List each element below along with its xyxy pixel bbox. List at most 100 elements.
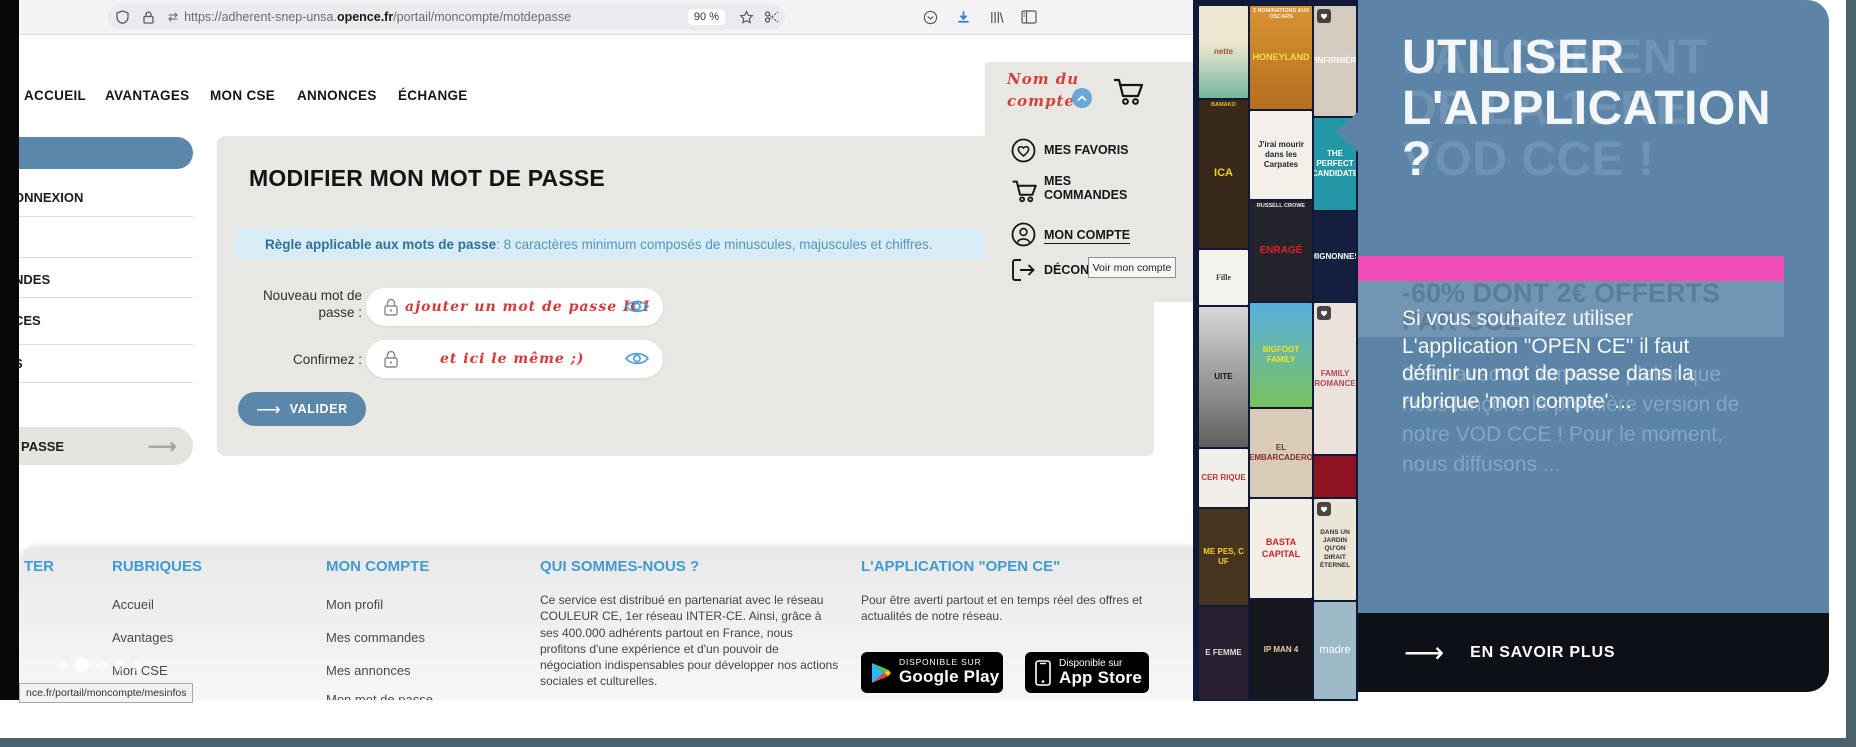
movie-poster[interactable]: ME PES, C UF — [1199, 509, 1248, 605]
cta-label: EN SAVOIR PLUS — [1470, 643, 1616, 661]
footer-qui-sommes-nous-heading: QUI SOMMES-NOUS ? — [540, 558, 700, 575]
url-text: https://adherent-snep-unsa.opence.fr/por… — [184, 10, 572, 24]
confirm-password-input[interactable]: et ici le même ;) — [366, 340, 663, 378]
browser-toolbar: ⇄ https://adherent-snep-unsa.opence.fr/p… — [19, 0, 1196, 35]
carousel-dot[interactable] — [57, 660, 68, 671]
carousel-dot-active[interactable] — [75, 658, 89, 672]
carousel-dot[interactable] — [132, 660, 143, 671]
menu-mes-favoris[interactable]: MES FAVORIS — [1044, 143, 1129, 157]
nav-avantages[interactable]: AVANTAGES — [105, 88, 189, 103]
google-play-badge[interactable]: DISPONIBLE SUR Google Play — [861, 652, 1003, 693]
movie-poster[interactable]: IP MAN 4 — [1250, 600, 1312, 699]
footer-application-text: Pour être averti partout et en temps rée… — [861, 593, 1143, 624]
sidebar-item-password[interactable]: PASSE ⟶ — [0, 427, 193, 465]
movie-poster[interactable]: nette — [1199, 6, 1248, 98]
sidebar-item-active[interactable]: E — [0, 137, 193, 169]
submit-button[interactable]: ⟶ VALIDER — [238, 392, 366, 426]
footer-link-avantages[interactable]: Avantages — [112, 630, 173, 645]
rule-label: Règle applicable aux mots de passe — [265, 236, 497, 252]
movie-poster[interactable]: DANS UN JARDIN QU'ON DIRAIT ÉTERNEL — [1314, 499, 1356, 600]
menu-mes-commandes[interactable]: MES COMMANDES — [1044, 174, 1127, 202]
nav-mon-cse[interactable]: MON CSE — [210, 88, 275, 103]
movie-poster[interactable]: madre — [1314, 602, 1356, 699]
movie-poster[interactable]: J'irai mourir dans les Carpates — [1250, 111, 1312, 199]
nav-annonces[interactable]: ANNONCES — [297, 88, 377, 103]
movie-poster[interactable] — [1314, 456, 1356, 497]
account-collapse-button[interactable] — [1072, 88, 1092, 108]
logout-icon — [1011, 258, 1036, 282]
nav-echange[interactable]: ÉCHANGE — [398, 88, 468, 103]
movie-poster[interactable]: Fille — [1199, 250, 1248, 305]
window-edge-right — [1846, 0, 1856, 747]
footer-application-heading: L'APPLICATION "OPEN CE" — [861, 558, 1061, 575]
divider — [0, 382, 193, 383]
footer-contact-heading: TER — [24, 558, 54, 575]
movie-poster[interactable]: CER RIQUE — [1199, 449, 1248, 507]
library-icon[interactable] — [983, 4, 1009, 30]
app-store-icon — [1035, 659, 1051, 686]
movie-poster[interactable]: MIGNONNES — [1314, 212, 1356, 301]
movie-poster[interactable]: ICA BAMAKO — [1199, 100, 1248, 248]
tracking-shield-icon[interactable] — [116, 10, 129, 24]
menu-mon-compte[interactable]: MON COMPTE — [1044, 228, 1131, 244]
show-password-icon[interactable] — [625, 299, 649, 314]
confirm-password-annotation: et ici le même ;) — [440, 351, 585, 367]
nav-accueil[interactable]: ACCUEIL — [24, 88, 86, 103]
divider — [0, 297, 193, 298]
pocket-icon[interactable] — [917, 4, 943, 30]
show-password-icon[interactable] — [625, 351, 649, 366]
carousel-dot[interactable] — [114, 660, 125, 671]
movie-poster[interactable]: FAMILY ROMANCE — [1314, 303, 1356, 454]
footer-link-mes-commandes[interactable]: Mes commandes — [326, 630, 425, 645]
sidebar-item-connexion[interactable]: ONNEXION — [14, 190, 83, 205]
favorite-heart-icon[interactable] — [1317, 502, 1331, 516]
footer-mon-compte-heading: MON COMPTE — [326, 558, 430, 575]
cart-button[interactable] — [1112, 76, 1146, 113]
movie-poster[interactable]: UITE — [1199, 307, 1248, 447]
bookmark-star-icon[interactable] — [733, 4, 759, 30]
confirm-password-label: Confirmez : — [292, 352, 362, 367]
lock-icon — [384, 298, 398, 316]
sidebar-toggle-icon[interactable] — [1016, 4, 1042, 30]
footer-link-mon-profil[interactable]: Mon profil — [326, 597, 383, 612]
movie-poster[interactable]: BASTA CAPITAL — [1250, 499, 1312, 598]
divider — [0, 344, 193, 345]
new-password-input[interactable]: ajouter un mot de passe ICI — [366, 288, 663, 326]
screenshot-stage: ⇄ https://adherent-snep-unsa.opence.fr/p… — [0, 0, 1856, 747]
page-title: MODIFIER MON MOT DE PASSE — [249, 165, 605, 191]
movie-poster[interactable]: EL EMBARCADERO — [1250, 409, 1312, 497]
downloads-icon[interactable] — [950, 4, 976, 30]
carousel-dot[interactable] — [96, 660, 107, 671]
divider — [0, 257, 193, 258]
footer-link-mon-mot-de-passe[interactable]: Mon mot de passe — [326, 692, 433, 700]
zoom-level-chip[interactable]: 90 % — [687, 9, 725, 25]
footer-link-mes-annonces[interactable]: Mes annonces — [326, 663, 411, 678]
favorite-heart-icon[interactable] — [1317, 306, 1331, 320]
submit-label: VALIDER — [289, 402, 348, 416]
footer-about-text: Ce service est distribué en partenariat … — [540, 593, 839, 689]
movie-poster[interactable]: BIGFOOT FAMILY — [1250, 303, 1312, 407]
arrow-right-icon: ⟶ — [256, 399, 281, 419]
window-edge-left — [0, 0, 19, 700]
en-savoir-plus-button[interactable]: ⟶ EN SAVOIR PLUS — [1358, 613, 1829, 692]
address-bar[interactable]: ⇄ https://adherent-snep-unsa.opence.fr/p… — [108, 4, 785, 30]
promo-notch-arrow — [1336, 112, 1358, 152]
status-bar-url: nce.fr/portail/moncompte/mesinfos — [19, 683, 194, 703]
screenshot-tool-icon[interactable] — [759, 4, 785, 30]
footer-link-accueil[interactable]: Accueil — [112, 597, 154, 612]
sidebar-item-commandes[interactable]: NDES — [14, 272, 50, 287]
favorite-heart-icon[interactable] — [1317, 9, 1331, 23]
promo-paragraph: Si vous souhaitez utiliser L'application … — [1402, 307, 1694, 413]
movie-poster[interactable]: ENRAGÉ RUSSELL CROWE — [1250, 201, 1312, 301]
movie-poster[interactable]: L'INFIRMIÈRE — [1314, 6, 1356, 116]
permissions-icon[interactable]: ⇄ — [168, 10, 178, 24]
window-edge-bottom — [0, 738, 1856, 747]
app-store-badge[interactable]: Disponible sur App Store — [1025, 652, 1149, 693]
user-icon — [1011, 222, 1036, 247]
lock-icon[interactable] — [143, 10, 154, 24]
google-play-icon — [871, 662, 891, 684]
movie-poster[interactable]: HONEYLAND 2 NOMINATIONS AUX OSCARS — [1250, 6, 1312, 109]
promo-heading: UTILISER L'APPLICATION? — [1402, 31, 1772, 186]
movie-poster[interactable]: E FEMME — [1199, 607, 1248, 699]
arrow-right-icon: ⟶ — [1404, 637, 1445, 668]
